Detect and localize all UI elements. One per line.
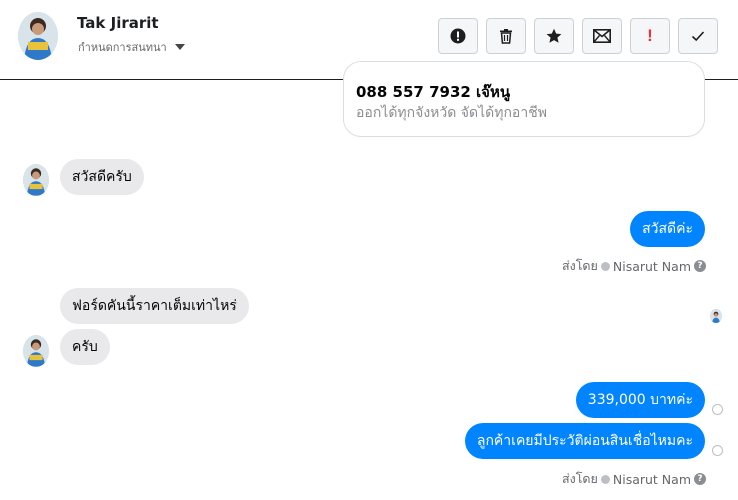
outgoing-message[interactable]: 339,000 บาทค่ะ: [575, 382, 705, 418]
sender-avatar[interactable]: [23, 164, 49, 196]
contact-avatar[interactable]: [18, 12, 58, 60]
card-subtitle: ออกได้ทุกจังหวัด จัดได้ทุกอาชีพ: [356, 105, 547, 121]
alert-circle-icon: [450, 28, 466, 44]
sent-by-label: ส่งโดย Nisarut Nam ?: [562, 256, 706, 276]
contact-name[interactable]: Tak Jirarit: [77, 14, 159, 32]
sent-by-name[interactable]: Nisarut Nam: [613, 472, 691, 487]
verified-icon: [600, 474, 610, 484]
help-icon[interactable]: ?: [694, 260, 706, 272]
mark-unread-button[interactable]: [582, 18, 622, 54]
sent-by-prefix: ส่งโดย: [561, 471, 598, 486]
conversation-schedule-dropdown[interactable]: กำหนดการสนทนา: [78, 38, 185, 56]
help-icon[interactable]: ?: [694, 473, 706, 485]
verified-icon: [600, 261, 610, 271]
star-icon: [546, 28, 562, 43]
exclamation-icon: !: [647, 26, 653, 45]
delivered-icon: [712, 445, 723, 456]
seen-avatar: [710, 309, 722, 323]
done-button[interactable]: [678, 18, 718, 54]
incoming-message[interactable]: ฟอร์ดคันนี้ราคาเต็มเท่าไหร่: [60, 288, 249, 324]
follow-up-button[interactable]: !: [630, 18, 670, 54]
sent-by-name[interactable]: Nisarut Nam: [613, 259, 691, 274]
trash-icon: [500, 29, 512, 44]
star-button[interactable]: [534, 18, 574, 54]
caret-down-icon: [174, 44, 185, 50]
schedule-label: กำหนดการสนทนา: [78, 41, 167, 54]
outgoing-message[interactable]: ลูกค้าเคยมีประวัติผ่อนสินเชื่อไหมคะ: [464, 423, 705, 459]
sender-avatar[interactable]: [23, 335, 49, 367]
delete-button[interactable]: [486, 18, 526, 54]
sent-by-label: ส่งโดย Nisarut Nam ?: [562, 469, 706, 489]
outgoing-message[interactable]: สวัสดีค่ะ: [630, 211, 705, 247]
delivered-icon: [712, 404, 723, 415]
envelope-icon: [593, 29, 611, 43]
contact-card: 088 557 7932 เจ๊หนู ออกได้ทุกจังหวัด จัด…: [343, 61, 705, 137]
check-icon: [691, 31, 705, 42]
sent-by-prefix: ส่งโดย: [561, 258, 598, 273]
card-title: 088 557 7932 เจ๊หนู: [356, 83, 511, 101]
incoming-message[interactable]: สวัสดีครับ: [60, 159, 144, 195]
mark-spam-button[interactable]: [438, 18, 478, 54]
incoming-message[interactable]: ครับ: [60, 329, 110, 365]
message-thread[interactable]: 088 557 7932 เจ๊หนู ออกได้ทุกจังหวัด จัด…: [0, 61, 738, 500]
